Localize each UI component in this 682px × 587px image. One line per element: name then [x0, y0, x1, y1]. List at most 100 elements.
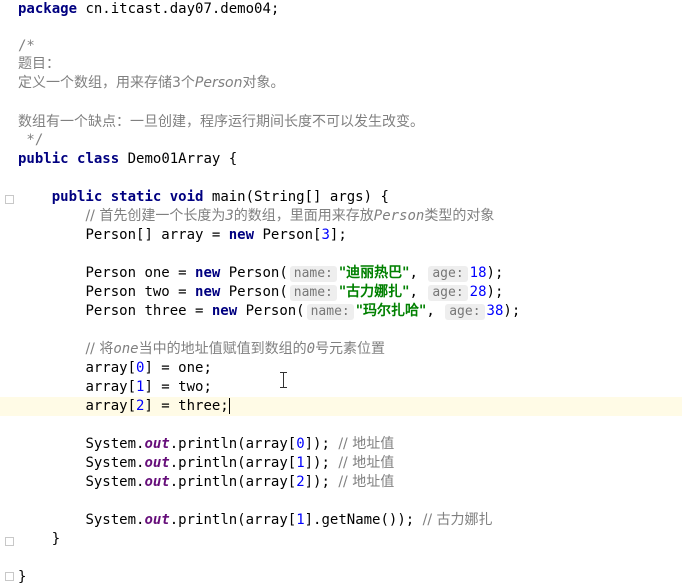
code-text: ]);: [304, 474, 339, 490]
parameter-hint: age:: [428, 285, 468, 301]
mouse-ibeam-cursor-icon: [279, 372, 289, 388]
keyword: new: [195, 265, 221, 281]
code-text: }: [18, 569, 27, 585]
code-text: Person(: [220, 284, 288, 300]
number-literal: 38: [486, 303, 504, 319]
code-text: ] = two;: [144, 379, 212, 395]
code-line-comment-1[interactable]: // 首先创建一个长度为3的数组，里面用来存放Person类型的对象: [18, 207, 682, 226]
code-line-person-one[interactable]: Person one = new Person(name: "迪丽热巴", age…: [18, 264, 682, 283]
code-line-print-2[interactable]: System.out.println(array[2]); // 地址值: [18, 473, 682, 492]
code-line-package[interactable]: package cn.itcast.day07.demo04;: [18, 0, 682, 19]
code-text: ] = one;: [144, 360, 212, 376]
comment: 3: [225, 208, 234, 224]
parameter-hint: name:: [306, 304, 354, 320]
number-literal: 1: [296, 512, 305, 528]
code-line-class-decl[interactable]: public class Demo01Array {: [18, 150, 682, 169]
parameter-hint: name:: [289, 285, 337, 301]
code-text: ,: [426, 303, 435, 319]
code-line-main-decl[interactable]: public static void main(String[] args) {: [18, 188, 682, 207]
code-text: System.: [85, 436, 145, 452]
code-line-array-decl[interactable]: Person[] array = new Person[3];: [18, 226, 682, 245]
number-literal: 1: [296, 455, 305, 471]
comment: // 地址值: [338, 436, 395, 452]
code-line-person-two[interactable]: Person two = new Person(name: "古力娜扎", age…: [18, 283, 682, 302]
code-text: }: [51, 531, 61, 547]
code-text: System.: [85, 474, 145, 490]
comment: one: [113, 341, 139, 357]
comment: Person: [373, 208, 425, 224]
code-text: array[: [85, 360, 137, 376]
code-line-print-1[interactable]: System.out.println(array[1]); // 地址值: [18, 454, 682, 473]
code-text: array[: [85, 398, 137, 414]
comment: 定义一个数组，用来存储3个: [18, 75, 195, 91]
code-text: array[: [85, 379, 137, 395]
code-text: Person(: [220, 265, 288, 281]
comment: // 首先创建一个长度为: [85, 208, 226, 224]
keyword: void: [169, 189, 204, 205]
code-line-assign-1[interactable]: array[1] = two;: [18, 378, 682, 397]
method-signature: main(String[] args) {: [203, 189, 389, 205]
code-line-comment-open[interactable]: /*: [18, 37, 682, 56]
comment: 当中的地址值赋值到数组的: [138, 341, 307, 357]
static-field: out: [144, 436, 170, 452]
code-text: ].getName());: [304, 512, 423, 528]
keyword: static: [110, 189, 162, 205]
code-text: System.: [85, 455, 145, 471]
code-line-comment-desc[interactable]: 定义一个数组，用来存储3个Person对象。: [18, 74, 682, 93]
static-field: out: [144, 455, 170, 471]
code-text: ]);: [304, 436, 339, 452]
comment: 号元素位置: [315, 341, 386, 357]
code-text: Person[: [254, 227, 322, 243]
keyword: new: [228, 227, 255, 243]
code-text: .println(array[: [169, 455, 297, 471]
string-literal: "古力娜扎": [338, 284, 410, 300]
code-line-comment-title[interactable]: 题目：: [18, 55, 682, 74]
fold-marker-icon[interactable]: [5, 572, 14, 581]
comment: // 地址值: [338, 455, 395, 471]
static-field: out: [144, 474, 170, 490]
code-line-close-method[interactable]: }: [18, 530, 682, 549]
code-line-comment-note[interactable]: 数组有一个缺点：一旦创建，程序运行期间长度不可以发生改变。: [18, 113, 682, 132]
code-text: );: [486, 265, 504, 281]
number-literal: 2: [296, 474, 305, 490]
code-text: Person three =: [85, 303, 212, 319]
code-text: .println(array[: [169, 474, 297, 490]
code-line-comment-2[interactable]: // 将one当中的地址值赋值到数组的0号元素位置: [18, 340, 682, 359]
keyword: package: [18, 1, 78, 17]
keyword: public: [51, 189, 103, 205]
code-line-print-0[interactable]: System.out.println(array[0]); // 地址值: [18, 435, 682, 454]
parameter-hint: age:: [428, 266, 468, 282]
parameter-hint: age:: [445, 304, 485, 320]
keyword: new: [211, 303, 238, 319]
package-name: cn.itcast.day07.demo04;: [77, 1, 280, 17]
code-text: );: [486, 284, 504, 300]
code-text: ]);: [304, 455, 339, 471]
fold-marker-icon[interactable]: [5, 195, 14, 204]
editor-gutter[interactable]: [0, 0, 15, 586]
comment: 对象。: [242, 75, 285, 91]
code-text: ];: [329, 227, 347, 243]
comment: /*: [18, 38, 35, 54]
fold-marker-icon[interactable]: [5, 537, 14, 546]
comment: Person: [194, 75, 243, 91]
code-line-assign-2[interactable]: array[2] = three;: [0, 397, 682, 416]
code-line-person-three[interactable]: Person three = new Person(name: "玛尔扎哈", a…: [18, 302, 682, 321]
string-literal: "迪丽热巴": [338, 265, 410, 281]
comment: 题目：: [18, 56, 60, 72]
code-editor[interactable]: package cn.itcast.day07.demo04; /* 题目： 定…: [0, 0, 682, 586]
class-name: Demo01Array {: [119, 151, 238, 167]
keyword: class: [77, 151, 120, 167]
code-line-close-class[interactable]: }: [18, 568, 682, 587]
number-literal: 3: [321, 227, 330, 243]
code-text: ,: [409, 284, 418, 300]
comment: */: [18, 132, 44, 148]
code-line-comment-close[interactable]: */: [18, 131, 682, 150]
text-caret: [228, 398, 230, 414]
number-literal: 28: [469, 284, 487, 300]
keyword: public: [18, 151, 69, 167]
code-text: .println(array[: [169, 436, 297, 452]
code-line-assign-0[interactable]: array[0] = one;: [18, 359, 682, 378]
code-line-print-name[interactable]: System.out.println(array[1].getName()); …: [18, 511, 682, 530]
code-text: );: [503, 303, 521, 319]
code-text: ,: [409, 265, 418, 281]
